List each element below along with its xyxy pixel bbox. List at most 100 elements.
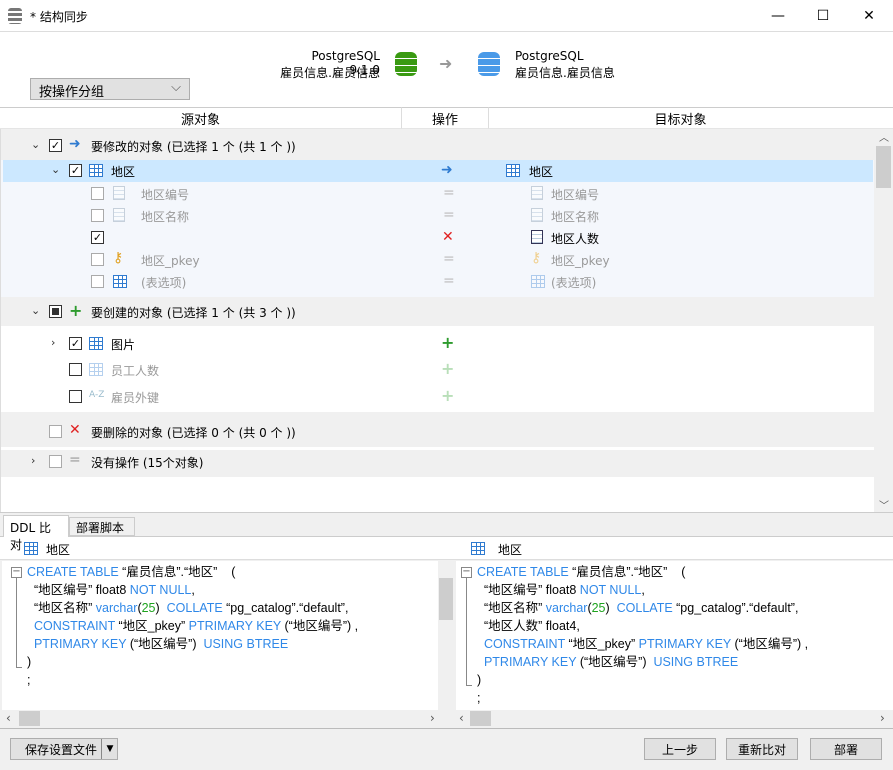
table-icon: [89, 164, 103, 177]
checkbox-partial[interactable]: [49, 305, 62, 318]
minimize-button[interactable]: —: [755, 0, 801, 32]
chevron-right-icon[interactable]: ›: [51, 336, 55, 349]
column-icon: [113, 186, 125, 200]
arrow-right-icon: ➜: [441, 162, 453, 178]
scroll-down-icon[interactable]: ﹀: [879, 497, 889, 512]
column-header-action[interactable]: 操作: [402, 107, 489, 129]
field-row[interactable]: 地区编号 = 地区编号: [3, 183, 873, 205]
left-ddl-pane[interactable]: − CREATE TABLE “雇员信息”.“地区” ( “地区编号” floa…: [2, 561, 454, 710]
target-version: PostgreSQL: [515, 49, 584, 63]
field-row[interactable]: ⚷ 地区_pkey = ⚷ 地区_pkey: [3, 249, 873, 271]
create-item-name: 图片: [111, 338, 136, 352]
scroll-thumb[interactable]: [439, 578, 453, 620]
target-database-icon: [478, 52, 500, 76]
plus-icon: +: [69, 301, 83, 320]
tree-view: ⌄ ✓ ➜ 要修改的对象 (已选择 1 个 (共 1 个 )) ⌄ ✓ 地区 ➜…: [0, 129, 874, 512]
chevron-down-icon: ⌵: [171, 80, 181, 95]
target-table-name: 地区: [529, 165, 554, 179]
checkbox[interactable]: [91, 275, 104, 288]
checkbox[interactable]: [69, 390, 82, 403]
scroll-thumb[interactable]: [876, 146, 891, 188]
field-row[interactable]: (表选项) = (表选项): [3, 271, 873, 293]
left-ddl-hscroll[interactable]: ‹ ›: [2, 710, 454, 727]
chevron-down-icon[interactable]: ⌄: [31, 304, 40, 317]
column-header-source[interactable]: 源对象: [0, 107, 402, 129]
group-row-delete[interactable]: ✕ 要删除的对象 (已选择 0 个 (共 0 个 )): [3, 421, 873, 443]
save-profile-button[interactable]: 保存设置文件 ▼: [10, 738, 118, 760]
group-label: 要修改的对象 (已选择 1 个 (共 1 个 )): [91, 140, 296, 154]
checkbox[interactable]: [91, 187, 104, 200]
table-options-icon: [113, 275, 127, 288]
right-ddl-hscroll[interactable]: ‹ ›: [456, 710, 893, 727]
checkbox[interactable]: ✓: [91, 231, 104, 244]
create-row[interactable]: A-Z 雇员外键 +: [3, 386, 873, 408]
source-field: (表选项): [141, 276, 187, 290]
checkbox[interactable]: [91, 253, 104, 266]
scroll-right-icon[interactable]: ›: [880, 711, 885, 725]
app-icon: [8, 8, 22, 24]
checkbox[interactable]: ✓: [69, 164, 82, 177]
left-ddl-vscroll[interactable]: [438, 561, 454, 710]
tab-deploy-script[interactable]: 部署脚本: [69, 517, 135, 536]
scroll-right-icon[interactable]: ›: [430, 711, 435, 725]
checkbox[interactable]: [49, 455, 62, 468]
chevron-down-icon[interactable]: ⌄: [51, 163, 60, 176]
key-icon: ⚷: [113, 250, 124, 266]
scroll-up-icon[interactable]: ︿: [879, 129, 889, 144]
maximize-button[interactable]: ☐: [800, 0, 846, 32]
checkbox[interactable]: [49, 425, 62, 438]
window-title: * 结构同步: [30, 10, 88, 24]
tree-scrollbar[interactable]: ︿ ﹀: [874, 129, 893, 512]
equal-icon: =: [443, 251, 455, 267]
table-row-selected[interactable]: ⌄ ✓ 地区 ➜ 地区: [3, 160, 873, 182]
previous-button[interactable]: 上一步: [644, 738, 716, 760]
fold-icon[interactable]: −: [461, 567, 472, 578]
checkbox[interactable]: ✓: [69, 337, 82, 350]
target-field: 地区编号: [551, 188, 600, 202]
delete-icon: ✕: [69, 422, 81, 438]
recompare-button[interactable]: 重新比对: [726, 738, 798, 760]
right-ddl-pane[interactable]: − CREATE TABLE “雇员信息”.“地区” ( “地区编号” floa…: [456, 561, 893, 710]
group-label: 要创建的对象 (已选择 1 个 (共 3 个 )): [91, 306, 296, 320]
checkbox[interactable]: ✓: [49, 139, 62, 152]
create-row[interactable]: 员工人数 +: [3, 359, 873, 381]
scroll-thumb[interactable]: [470, 711, 491, 726]
arrow-right-icon: ➜: [69, 136, 81, 152]
arrow-icon: ➜: [439, 54, 453, 73]
create-row[interactable]: › ✓ 图片 +: [3, 333, 873, 355]
right-ddl-code: CREATE TABLE “雇员信息”.“地区” ( “地区编号” float8…: [477, 565, 809, 705]
ddl-header: 地区 地区: [0, 536, 893, 560]
scroll-left-icon[interactable]: ‹: [6, 711, 11, 725]
plus-icon: +: [441, 386, 455, 405]
close-button[interactable]: ✕: [846, 0, 892, 32]
fold-icon[interactable]: −: [11, 567, 22, 578]
source-table-name: 地区: [111, 165, 136, 179]
group-label: 没有操作 (15个对象): [91, 456, 204, 470]
scroll-thumb[interactable]: [19, 711, 40, 726]
plus-icon: +: [441, 333, 455, 352]
dropdown-arrow-icon[interactable]: ▼: [101, 739, 118, 759]
checkbox[interactable]: [91, 209, 104, 222]
right-ddl-title: 地区: [498, 543, 523, 557]
group-by-dropdown[interactable]: 按操作分组 ⌵: [30, 78, 190, 100]
divider: [1, 447, 874, 450]
scroll-left-icon[interactable]: ‹: [459, 711, 464, 725]
group-row-modify[interactable]: ⌄ ✓ ➜ 要修改的对象 (已选择 1 个 (共 1 个 )): [3, 135, 873, 157]
equal-icon: =: [69, 452, 81, 468]
left-ddl-code: CREATE TABLE “雇员信息”.“地区” ( “地区编号” float8…: [27, 565, 359, 687]
group-row-none[interactable]: › = 没有操作 (15个对象): [3, 451, 873, 473]
deploy-button[interactable]: 部署: [810, 738, 882, 760]
tab-ddl-compare[interactable]: DDL 比对: [3, 515, 69, 552]
chevron-down-icon[interactable]: ⌄: [31, 138, 40, 151]
delete-icon: ✕: [442, 229, 454, 245]
target-field: (表选项): [551, 276, 597, 290]
column-header-target[interactable]: 目标对象: [489, 107, 872, 129]
group-row-create[interactable]: ⌄ + 要创建的对象 (已选择 1 个 (共 3 个 )): [3, 301, 873, 323]
field-row[interactable]: ✓ ✕ 地区人数: [3, 227, 873, 249]
field-row[interactable]: 地区名称 = 地区名称: [3, 205, 873, 227]
checkbox[interactable]: [69, 363, 82, 376]
chevron-right-icon[interactable]: ›: [31, 454, 35, 467]
table-icon: [24, 542, 38, 555]
header-spacer: [872, 107, 893, 129]
target-field: 地区_pkey: [551, 254, 610, 268]
